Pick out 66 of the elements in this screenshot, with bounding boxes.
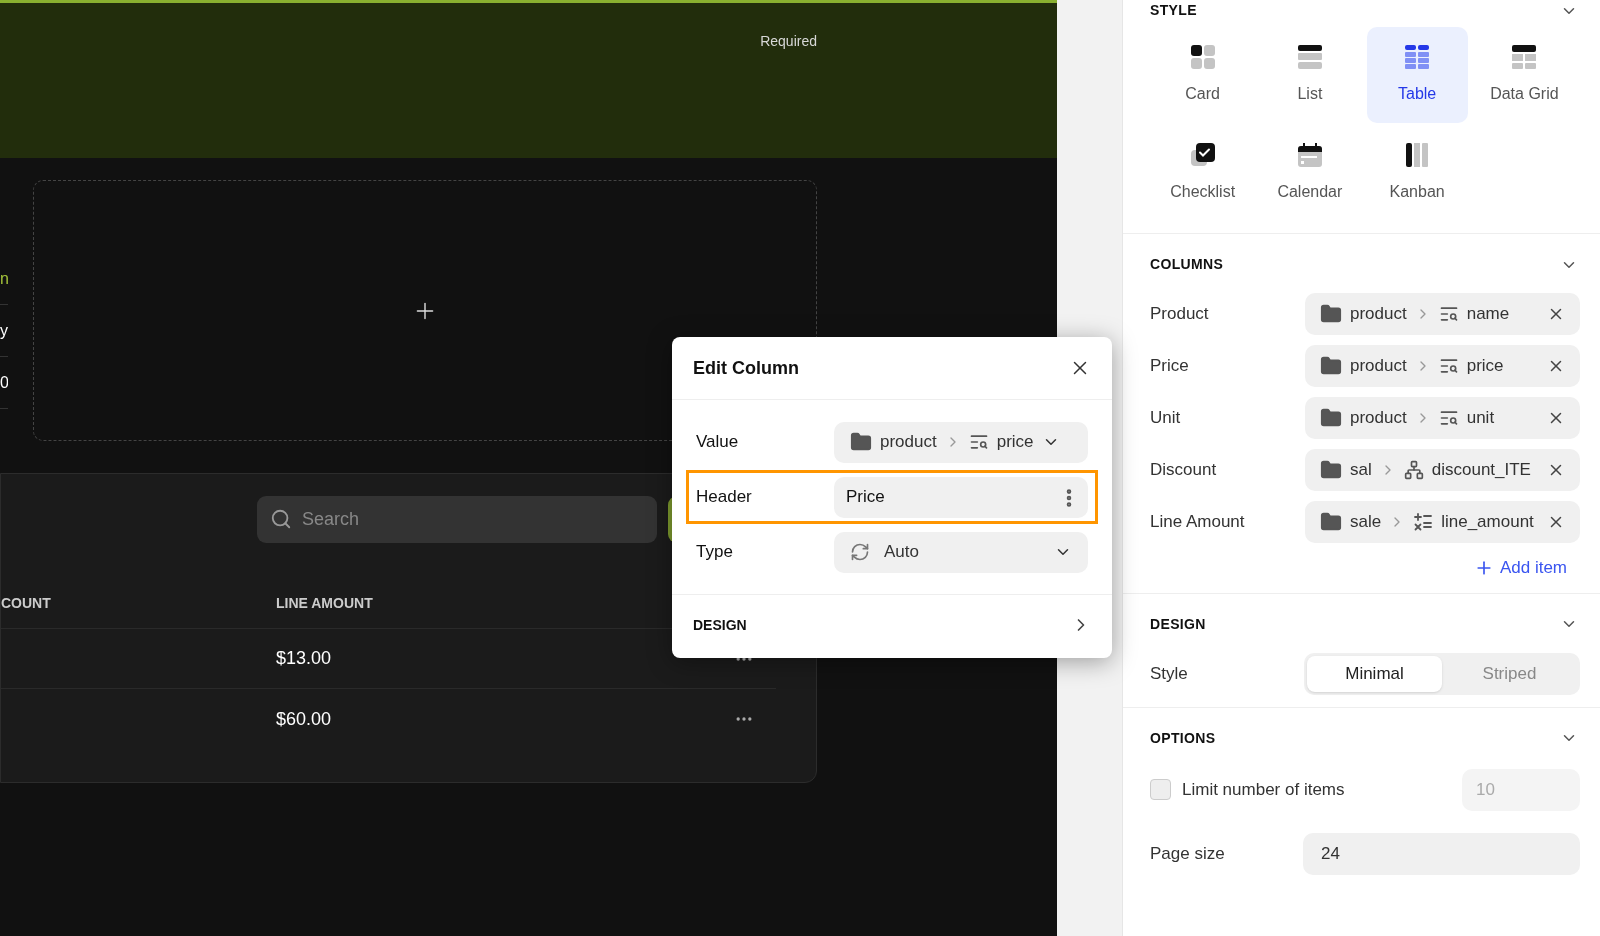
column-header: LINE AMOUNT xyxy=(276,594,373,613)
column-value-pill[interactable]: sal discount_ITE xyxy=(1305,449,1580,491)
lookup-icon xyxy=(1438,356,1459,376)
column-header: COUNT xyxy=(1,594,52,613)
page-size-input[interactable]: 24 xyxy=(1303,832,1580,875)
card-layout-icon xyxy=(1189,44,1216,70)
table-cell-text: $60.00 xyxy=(276,707,332,731)
column-label: Unit xyxy=(1150,407,1182,430)
calendar-icon xyxy=(1296,142,1323,168)
folder-icon xyxy=(1320,511,1342,533)
checkbox-icon xyxy=(1189,142,1216,168)
search-field[interactable]: Search xyxy=(257,496,657,543)
column-value-pill[interactable]: product price xyxy=(1305,345,1580,387)
folder-icon xyxy=(1320,355,1342,377)
add-item-button[interactable]: Add item xyxy=(1473,555,1567,581)
sync-icon xyxy=(850,542,870,562)
header-input[interactable]: Price xyxy=(834,476,1088,518)
segment-option[interactable]: Minimal xyxy=(1307,655,1442,692)
dialog-title: Edit Column xyxy=(693,356,799,380)
column-label: Line Amount xyxy=(1150,511,1246,534)
required-hint: Required xyxy=(760,32,817,51)
lookup-icon xyxy=(1438,304,1459,324)
row-label: y xyxy=(0,322,8,339)
grid-layout-icon xyxy=(1511,44,1538,70)
lookup-icon xyxy=(968,432,989,452)
table-layout-icon xyxy=(1404,44,1431,70)
folder-icon xyxy=(1320,407,1342,429)
page-size-label: Page size xyxy=(1150,842,1226,865)
layout-option[interactable]: List xyxy=(1259,27,1361,123)
folder-icon xyxy=(1320,459,1342,481)
column-label: Product xyxy=(1150,303,1210,326)
layout-option[interactable]: Calendar xyxy=(1259,125,1361,221)
folder-icon xyxy=(850,431,872,453)
layout-option[interactable]: Data Grid xyxy=(1473,27,1575,123)
field-label: Header xyxy=(696,486,753,509)
hierarchy-icon xyxy=(1403,460,1424,480)
list-layout-icon xyxy=(1296,44,1323,70)
layout-option[interactable]: Kanban xyxy=(1366,125,1468,221)
column-value-pill[interactable]: product unit xyxy=(1305,397,1580,439)
row-label: 0 xyxy=(0,374,8,391)
section-title: COLUMNS xyxy=(1150,255,1224,274)
layout-option[interactable]: Table xyxy=(1366,27,1468,123)
column-label: Price xyxy=(1150,355,1190,378)
value-select[interactable]: product price xyxy=(834,421,1088,463)
section-title: OPTIONS xyxy=(1150,728,1216,748)
section-title: STYLE xyxy=(1150,1,1197,20)
style-label: Style xyxy=(1150,662,1189,685)
field-label: Type xyxy=(696,541,734,564)
section-title: DESIGN xyxy=(1150,614,1206,634)
checkbox-label: Limit number of items xyxy=(1182,778,1346,801)
design-section-row[interactable]: DESIGN xyxy=(672,595,1112,655)
column-label: Discount xyxy=(1150,459,1218,482)
lookup-icon xyxy=(1438,408,1459,428)
kanban-icon xyxy=(1404,142,1431,168)
column-value-pill[interactable]: sale line_amount xyxy=(1305,501,1580,543)
type-select[interactable]: Auto xyxy=(834,531,1088,573)
field-label: Value xyxy=(696,431,740,454)
layout-option[interactable]: Card xyxy=(1152,27,1254,123)
row-label: n xyxy=(0,270,8,287)
layout-option[interactable]: Checklist xyxy=(1152,125,1254,221)
table-cell-text: $13.00 xyxy=(276,647,332,670)
folder-icon xyxy=(1320,303,1342,325)
checkbox[interactable] xyxy=(1150,779,1171,800)
formula-icon xyxy=(1413,512,1434,532)
column-value-pill[interactable]: product name xyxy=(1305,293,1580,335)
search-icon xyxy=(270,508,292,530)
